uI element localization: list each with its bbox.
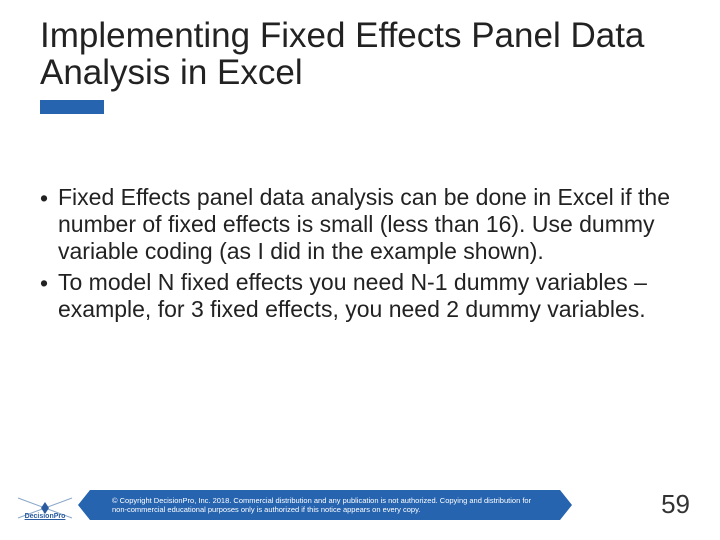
logo: DecisionPro: [8, 494, 82, 522]
slide-title: Implementing Fixed Effects Panel Data An…: [40, 18, 680, 92]
bullet-dot-icon: •: [40, 184, 58, 265]
bullet-item: • To model N fixed effects you need N-1 …: [40, 269, 680, 323]
bullet-text: Fixed Effects panel data analysis can be…: [58, 184, 680, 265]
slide: Implementing Fixed Effects Panel Data An…: [0, 0, 720, 540]
footer: DecisionPro © Copyright DecisionPro, Inc…: [0, 486, 720, 526]
bullet-text: To model N fixed effects you need N-1 du…: [58, 269, 680, 323]
logo-text: DecisionPro: [25, 513, 66, 520]
content-area: • Fixed Effects panel data analysis can …: [40, 184, 680, 324]
copyright-text: © Copyright DecisionPro, Inc. 2018. Comm…: [112, 496, 546, 515]
footer-ribbon: © Copyright DecisionPro, Inc. 2018. Comm…: [90, 490, 560, 520]
accent-bar: [40, 100, 104, 114]
bullet-item: • Fixed Effects panel data analysis can …: [40, 184, 680, 265]
page-number: 59: [661, 489, 690, 520]
bullet-dot-icon: •: [40, 269, 58, 323]
